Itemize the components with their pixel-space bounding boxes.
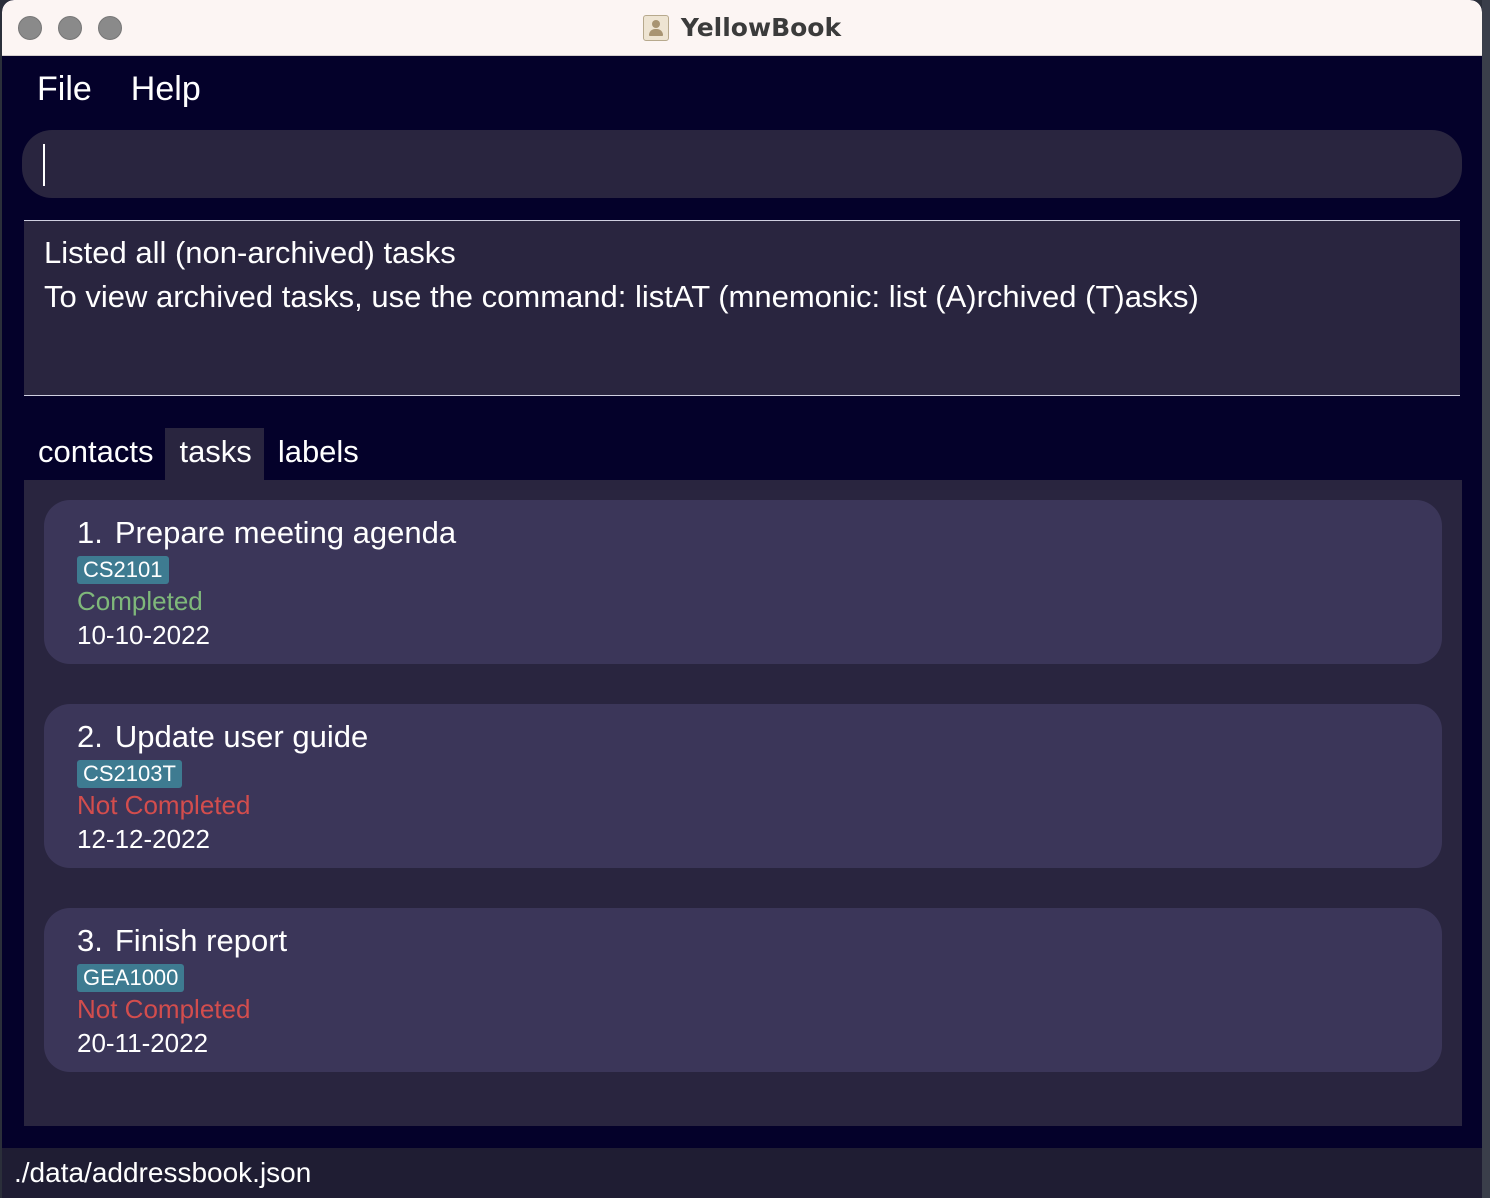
tab-tasks[interactable]: tasks — [165, 428, 264, 480]
task-deadline: 20-11-2022 — [77, 1028, 209, 1058]
task-title-row: 3. Finish report — [77, 922, 1442, 960]
tab-bar: contacts tasks labels — [24, 428, 371, 480]
command-input[interactable] — [22, 130, 1462, 198]
desktop-background — [1482, 0, 1490, 1198]
task-index: 3. — [77, 923, 103, 958]
task-card[interactable]: 1. Prepare meeting agenda CS2101 Complete… — [44, 500, 1442, 664]
menu-help[interactable]: Help — [131, 70, 201, 109]
result-line-1: Listed all (non-archived) tasks — [44, 235, 456, 270]
task-label-badge: CS2101 — [77, 556, 169, 584]
tab-labels[interactable]: labels — [264, 428, 371, 480]
title-bar: YellowBook — [2, 0, 1482, 56]
task-title: Finish report — [114, 923, 288, 958]
task-title: Prepare meeting agenda — [114, 515, 457, 550]
task-label-badge: CS2103T — [77, 760, 182, 788]
menu-bar: File Help — [2, 56, 1482, 122]
task-index: 1. — [77, 515, 103, 550]
task-deadline: 10-10-2022 — [77, 620, 210, 650]
status-bar: ./data/addressbook.json — [2, 1148, 1482, 1198]
task-list: 1. Prepare meeting agenda CS2101 Complete… — [24, 480, 1462, 1126]
task-card[interactable]: 2. Update user guide CS2103T Not Complete… — [44, 704, 1442, 868]
menu-file[interactable]: File — [37, 70, 92, 109]
task-index: 2. — [77, 719, 103, 754]
title-wrap: YellowBook — [2, 0, 1482, 55]
result-display: Listed all (non-archived) tasks To view … — [24, 220, 1460, 396]
text-caret — [43, 144, 45, 186]
task-label-badge: GEA1000 — [77, 964, 185, 992]
data-file-path: ./data/addressbook.json — [14, 1157, 312, 1188]
task-title-row: 2. Update user guide — [77, 718, 1442, 756]
tab-contacts[interactable]: contacts — [24, 428, 165, 480]
contacts-app-icon — [642, 14, 669, 41]
task-title: Update user guide — [114, 719, 369, 754]
task-status: Completed — [77, 586, 203, 616]
task-card[interactable]: 3. Finish report GEA1000 Not Completed 20… — [44, 908, 1442, 1072]
task-status: Not Completed — [77, 994, 251, 1024]
task-status: Not Completed — [77, 790, 251, 820]
result-line-2: To view archived tasks, use the command:… — [44, 279, 1199, 314]
app-window: YellowBook File Help Listed all (non-arc… — [2, 0, 1482, 1198]
task-title-row: 1. Prepare meeting agenda — [77, 514, 1442, 552]
task-deadline: 12-12-2022 — [77, 824, 210, 854]
window-title: YellowBook — [680, 13, 842, 42]
